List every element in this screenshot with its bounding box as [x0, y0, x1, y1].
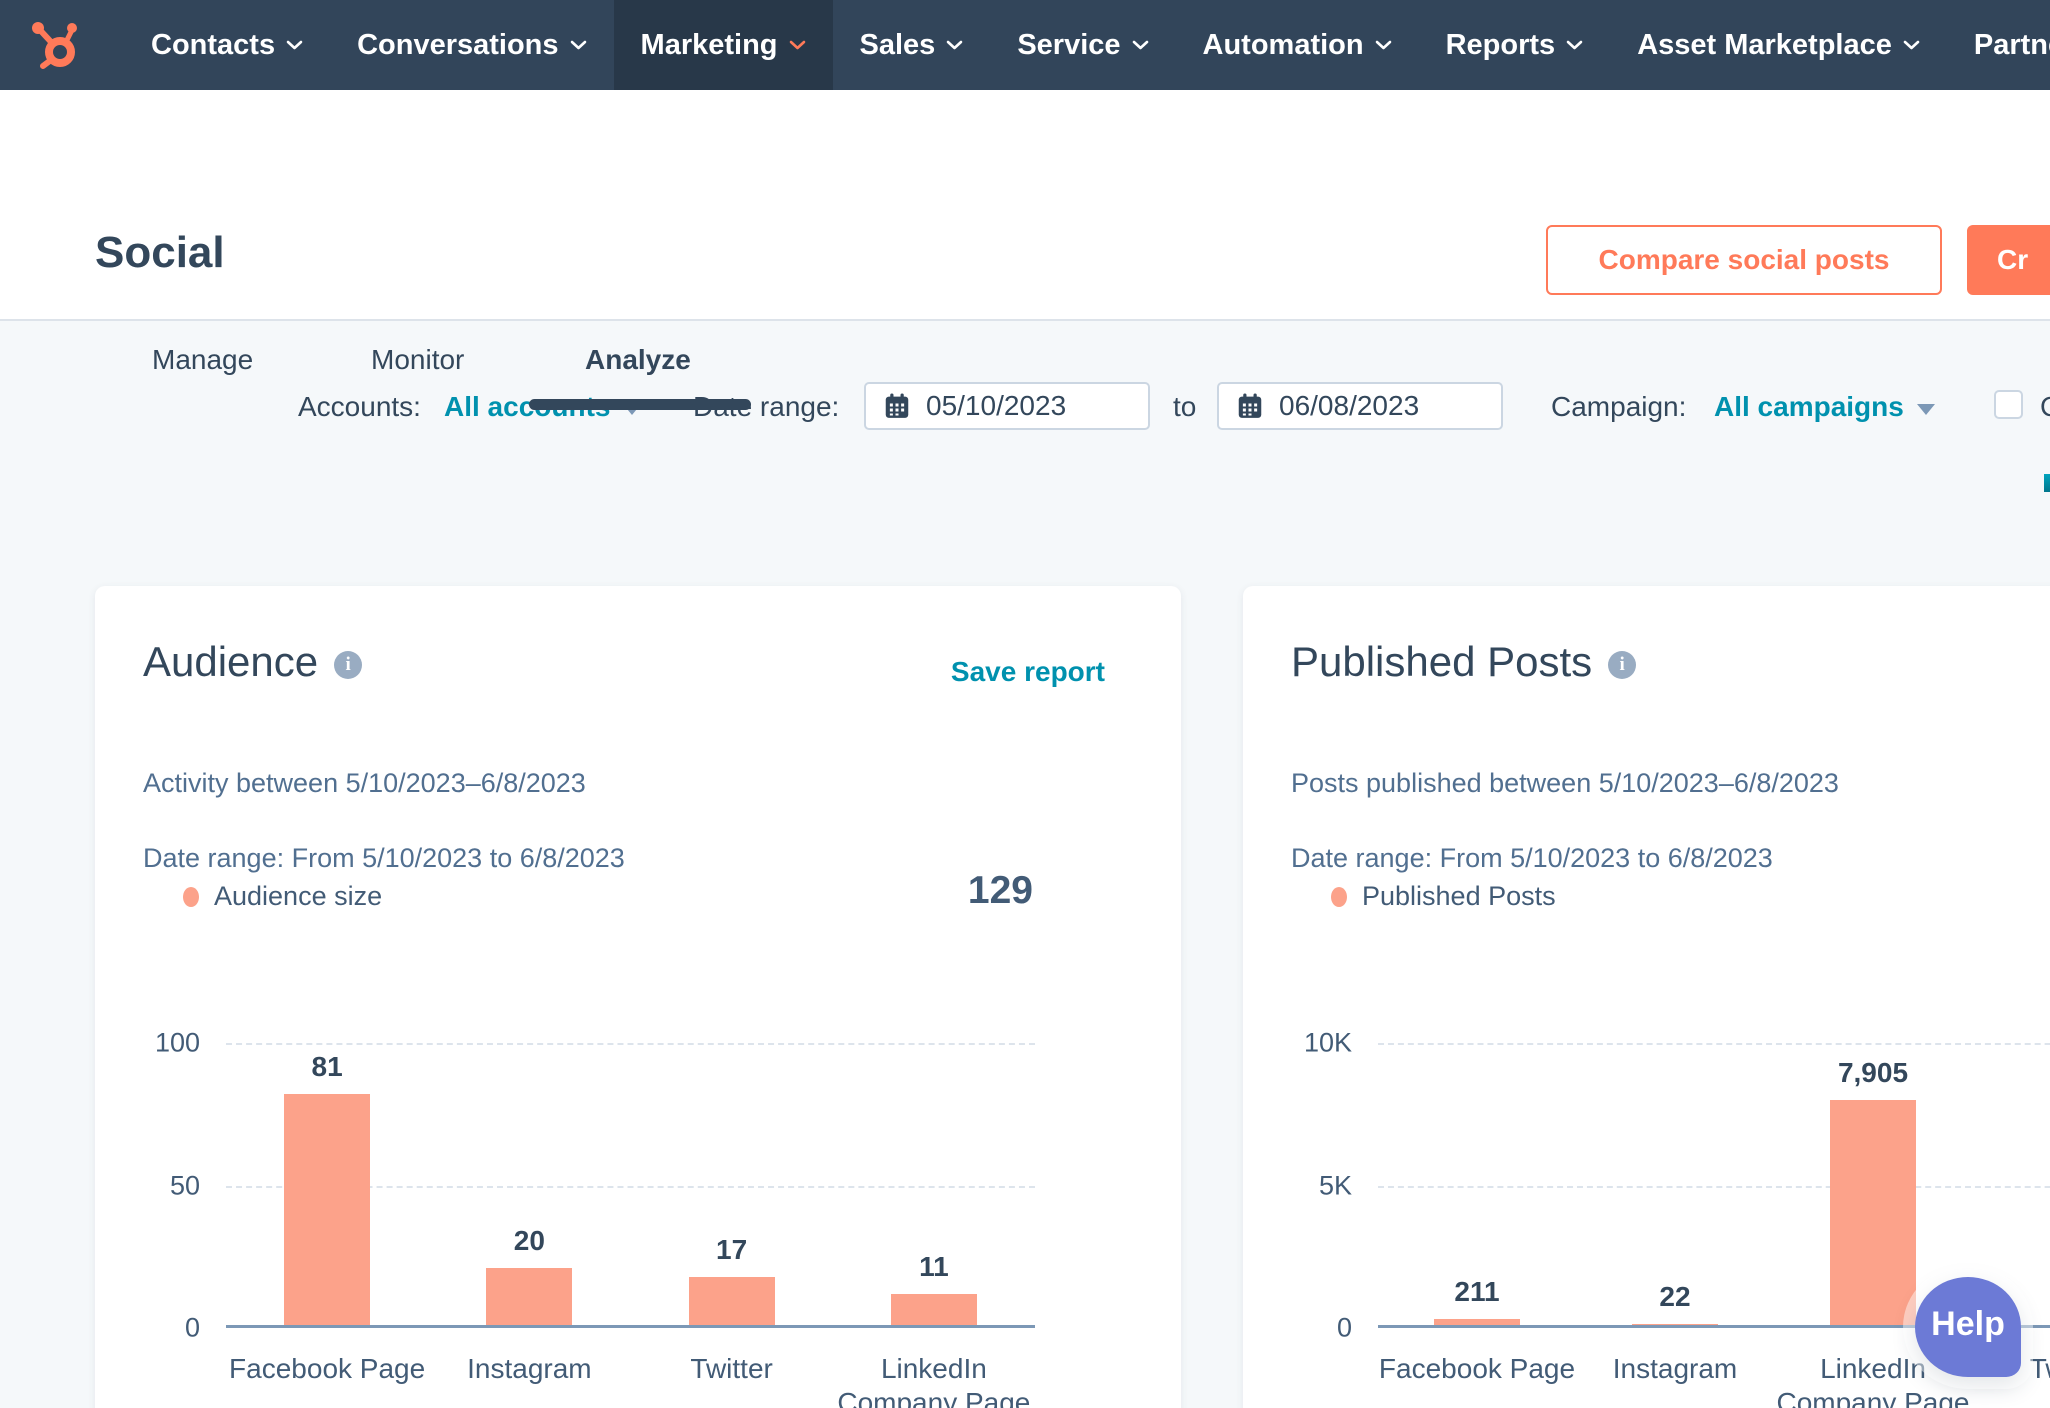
info-icon[interactable]: i — [1608, 651, 1637, 679]
help-button[interactable]: Help — [1915, 1277, 2021, 1377]
bar-value-label: 22 — [1659, 1281, 1691, 1313]
gridline — [1378, 1043, 2050, 1045]
bar-linkedin-company-page — [1830, 1099, 1916, 1325]
nav-item-asset-marketplace[interactable]: Asset Marketplace — [1610, 0, 1947, 90]
page-title: Social — [95, 228, 225, 277]
bar-twitter — [688, 1276, 775, 1325]
nav-item-label: Asset Marketplace — [1637, 28, 1892, 61]
bar-linkedin-company-page — [890, 1293, 977, 1325]
nav-item-conversations[interactable]: Conversations — [330, 0, 613, 90]
y-axis-tick-label: 5K — [1318, 1170, 1352, 1200]
nav-item-contacts[interactable]: Contacts — [124, 0, 330, 90]
bar-value-label: 20 — [513, 1225, 545, 1256]
nav-item-partner[interactable]: Partner — [1947, 0, 2050, 90]
nav-item-marketing[interactable]: Marketing — [613, 0, 833, 90]
date-range-text: Date range: From 5/10/2023 to 6/8/2023 — [143, 843, 625, 873]
published-posts-card-title: Published Posts — [1291, 638, 1593, 685]
legend-dot-icon — [183, 886, 199, 907]
gridline — [226, 1043, 1035, 1045]
x-axis-category-label: Facebook Page — [229, 1353, 426, 1384]
nav-item-label: Automation — [1202, 28, 1364, 61]
x-axis-category-label: Twitter — [690, 1353, 773, 1384]
nav-item-label: Conversations — [357, 28, 559, 61]
date-range-text: Date range: From 5/10/2023 to 6/8/2023 — [1291, 843, 1773, 873]
nav-item-label: Reports — [1445, 28, 1556, 61]
info-icon[interactable]: i — [334, 651, 363, 679]
activity-range-text: Activity between 5/10/2023–6/8/2023 — [143, 768, 586, 798]
y-axis-tick-label: 50 — [169, 1170, 200, 1200]
published-posts-report-card: Published Posts i Posts published betwee… — [1243, 586, 2050, 1408]
hubspot-social-page: Contacts Conversations Marketing Sales Servi… — [0, 0, 2050, 1408]
bar-value-label: 211 — [1454, 1276, 1500, 1307]
nav-item-service[interactable]: Service — [990, 0, 1175, 90]
x-axis-category-label: LinkedIn Company Page — [837, 1353, 1031, 1408]
nav-items: Contacts Conversations Marketing Sales Servi… — [124, 0, 2050, 90]
legend-dot-icon — [1331, 886, 1347, 907]
y-axis-tick-label: 10K — [1303, 1027, 1352, 1058]
hubspot-logo-icon[interactable] — [30, 21, 80, 69]
chevron-down-icon — [1375, 40, 1392, 51]
bar-instagram — [1632, 1324, 1718, 1325]
chart-legend: Published Posts — [1331, 881, 1556, 912]
x-axis-category-label: Facebook Page — [1378, 1353, 1576, 1384]
audience-bar-chart: 100 50 0 81 Facebook Page 20 Instagram 17 Twitte… — [155, 1028, 1035, 1408]
x-axis-category-label: Instagram — [467, 1353, 592, 1384]
page-header: Social Compare social posts Cr Manage Mo… — [0, 90, 2050, 410]
nav-item-label: Marketing — [640, 28, 778, 61]
chevron-down-icon — [946, 40, 963, 51]
y-axis-tick-label: 0 — [1336, 1312, 1352, 1343]
chevron-down-icon — [286, 40, 303, 51]
bar-value-label: 81 — [311, 1051, 343, 1083]
chart-legend: Audience size — [183, 881, 382, 912]
chevron-down-icon — [1566, 40, 1583, 51]
nav-item-label: Service — [1017, 28, 1121, 61]
x-axis-category-label: Instagram — [1612, 1353, 1738, 1384]
nav-item-label: Contacts — [151, 28, 276, 61]
bar-value-label: 11 — [919, 1250, 949, 1282]
nav-item-label: Sales — [859, 28, 936, 61]
compare-social-posts-button[interactable]: Compare social posts — [1546, 225, 1942, 295]
clipped-edge-element — [2044, 474, 2050, 492]
tab-analyze[interactable]: Analyze — [585, 344, 691, 376]
tab-manage[interactable]: Manage — [152, 344, 253, 376]
y-axis-tick-label: 100 — [154, 1027, 200, 1058]
nav-item-sales[interactable]: Sales — [833, 0, 991, 90]
gridline — [1378, 1185, 2050, 1188]
bar-facebook-page — [284, 1094, 371, 1325]
chevron-down-icon — [789, 40, 806, 51]
chevron-down-icon — [1903, 40, 1920, 51]
audience-report-card: Audience i Save report Activity between … — [95, 586, 1181, 1408]
legend-label: Audience size — [214, 881, 383, 911]
nav-item-reports[interactable]: Reports — [1419, 0, 1611, 90]
posts-published-range-text: Posts published between 5/10/2023–6/8/20… — [1291, 768, 1839, 798]
audience-total-value: 129 — [967, 869, 1033, 912]
top-navigation: Contacts Conversations Marketing Sales Servi… — [0, 0, 2050, 90]
nav-item-label: Partner — [1973, 28, 2050, 61]
bar-value-label: 7,905 — [1837, 1056, 1909, 1088]
x-axis-line — [226, 1325, 1035, 1328]
chevron-down-icon — [570, 40, 587, 51]
nav-item-automation[interactable]: Automation — [1176, 0, 1419, 90]
tab-monitor[interactable]: Monitor — [371, 344, 464, 376]
legend-label: Published Posts — [1362, 881, 1556, 911]
active-tab-indicator — [529, 399, 751, 410]
chevron-down-icon — [1132, 40, 1149, 51]
main-content: Accounts: All accounts Date range: 05/10… — [0, 321, 2050, 1408]
create-social-post-button[interactable]: Cr — [1967, 225, 2050, 295]
save-report-link[interactable]: Save report — [951, 656, 1105, 688]
tab-bar: Manage Monitor Analyze — [0, 336, 2050, 411]
audience-card-title: Audience — [143, 638, 319, 685]
bar-value-label: 17 — [716, 1233, 748, 1265]
bar-facebook-page — [1434, 1319, 1520, 1325]
y-axis-tick-label: 0 — [184, 1312, 200, 1343]
bar-instagram — [486, 1268, 573, 1325]
